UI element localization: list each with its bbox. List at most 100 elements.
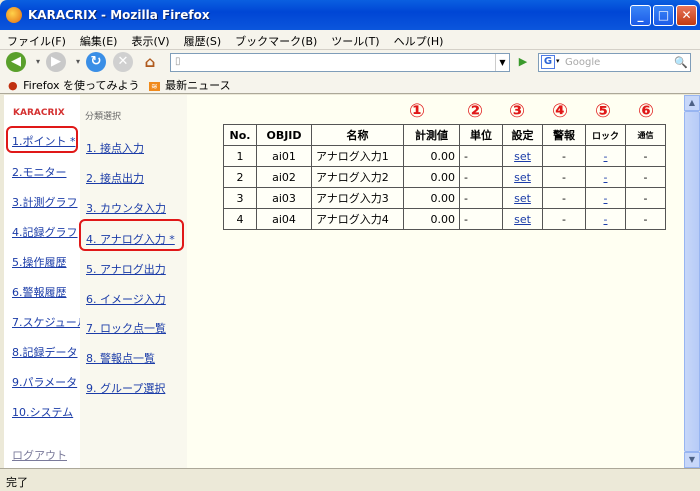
cell-no: 1 xyxy=(223,145,257,167)
col-value: 計測値 xyxy=(403,124,460,146)
bookmarks-toolbar: ● Firefox を使ってみよう ≋ 最新ニュース xyxy=(0,74,700,94)
cell-unit: - xyxy=(459,208,503,230)
lock-link[interactable]: - xyxy=(604,192,608,205)
annotation-1: ① xyxy=(409,100,426,122)
menu-history[interactable]: 履歴(S) xyxy=(177,30,229,49)
category-panel: 分類選択 1. 接点入力 2. 接点出力 3. カウンタ入力 4. アナログ入力… xyxy=(79,95,187,468)
maximize-button[interactable]: □ xyxy=(653,5,674,26)
menu-tools[interactable]: ツール(T) xyxy=(324,30,386,49)
category-item-alarm-list[interactable]: 8. 警報点一覧 xyxy=(86,350,155,366)
cell-comm: - xyxy=(625,166,666,188)
back-dropdown-icon[interactable]: ▾ xyxy=(28,52,48,72)
nav-item-system[interactable]: 10.システム xyxy=(12,404,73,420)
nav-item-operation-history[interactable]: 5.操作履歴 xyxy=(12,254,67,270)
nav-item-record-graph[interactable]: 4.記録グラフ xyxy=(12,224,78,240)
nav-item-alarm-history[interactable]: 6.警報履歴 xyxy=(12,284,67,300)
annotation-4: ④ xyxy=(552,100,569,122)
search-engine-icon[interactable]: G xyxy=(541,55,555,69)
category-item-analog-output[interactable]: 5. アナログ出力 xyxy=(86,261,166,277)
category-item-lock-list[interactable]: 7. ロック点一覧 xyxy=(86,320,166,336)
page-icon: ▯ xyxy=(175,56,181,67)
nav-item-schedule[interactable]: 7.スケジュール xyxy=(12,314,88,330)
cell-lock: - xyxy=(585,208,626,230)
annotation-3: ③ xyxy=(509,100,526,122)
lock-link[interactable]: - xyxy=(604,150,608,163)
search-icon[interactable]: 🔍 xyxy=(674,56,688,69)
nav-item-parameter[interactable]: 9.パラメータ xyxy=(12,374,77,390)
lock-link[interactable]: - xyxy=(604,171,608,184)
nav-item-monitor[interactable]: 2.モニター xyxy=(12,164,67,180)
search-engine-dropdown-icon[interactable]: ▾ xyxy=(556,57,560,65)
forward-button[interactable]: ▶ xyxy=(46,52,66,72)
cell-alarm: - xyxy=(542,145,586,167)
search-placeholder: Google xyxy=(565,57,601,68)
cell-value: 0.00 xyxy=(403,145,460,167)
go-button[interactable]: ▶ xyxy=(513,52,533,72)
vertical-scrollbar[interactable]: ▲ ▼ xyxy=(684,95,700,468)
cell-no: 4 xyxy=(223,208,257,230)
category-item-counter-input[interactable]: 3. カウンタ入力 xyxy=(86,200,166,216)
window-titlebar: KARACRIX - Mozilla Firefox _ □ ✕ xyxy=(0,0,700,30)
col-lock: ロック xyxy=(585,124,626,146)
forward-dropdown-icon[interactable]: ▾ xyxy=(68,52,88,72)
annotation-6: ⑥ xyxy=(638,100,655,122)
cell-alarm: - xyxy=(542,208,586,230)
cell-value: 0.00 xyxy=(403,208,460,230)
close-button[interactable]: ✕ xyxy=(676,5,697,26)
stop-icon[interactable]: ✕ xyxy=(113,52,133,72)
url-dropdown-icon[interactable]: ▼ xyxy=(495,54,509,71)
col-objid: OBJID xyxy=(256,124,312,146)
lock-link[interactable]: - xyxy=(604,213,608,226)
menu-view[interactable]: 表示(V) xyxy=(124,30,176,49)
scroll-down-button[interactable]: ▼ xyxy=(684,452,700,468)
logout-link[interactable]: ログアウト xyxy=(12,447,67,463)
status-bar: 完了 xyxy=(0,468,700,491)
nav-item-measure-graph[interactable]: 3.計測グラフ xyxy=(12,194,78,210)
main-panel: ① ② ③ ④ ⑤ ⑥ No. OBJID 名称 計測値 単位 設定 警報 ロッ… xyxy=(187,95,684,468)
bookmark-latest-news[interactable]: 最新ニュース xyxy=(165,77,230,93)
category-item-image-input[interactable]: 6. イメージ入力 xyxy=(86,291,166,307)
navigation-toolbar: ◀ ▾ ▶ ▾ ↻ ✕ ⌂ ▯ ▼ ▶ G ▾ Google 🔍 xyxy=(0,50,700,74)
menu-edit[interactable]: 編集(E) xyxy=(73,30,125,49)
cell-name: アナログ入力4 xyxy=(311,208,404,230)
bookmark-getting-started[interactable]: Firefox を使ってみよう xyxy=(23,77,139,93)
cell-lock: - xyxy=(585,145,626,167)
cell-comm: - xyxy=(625,145,666,167)
reload-icon[interactable]: ↻ xyxy=(86,52,106,72)
annotation-2: ② xyxy=(467,100,484,122)
menu-bookmarks[interactable]: ブックマーク(B) xyxy=(228,30,324,49)
search-box[interactable]: G ▾ Google 🔍 xyxy=(538,53,691,72)
home-icon[interactable]: ⌂ xyxy=(140,52,160,72)
cell-objid: ai01 xyxy=(256,145,312,167)
col-comm: 通信 xyxy=(625,124,666,146)
cell-value: 0.00 xyxy=(403,166,460,188)
category-item-group-select[interactable]: 9. グループ選択 xyxy=(86,380,165,396)
scroll-thumb[interactable] xyxy=(684,111,700,452)
table-row: 4 ai04 アナログ入力4 0.00 - set - - - xyxy=(223,208,666,230)
cell-no: 3 xyxy=(223,187,257,209)
set-link[interactable]: set xyxy=(514,192,531,205)
rss-icon: ≋ xyxy=(148,82,160,91)
set-link[interactable]: set xyxy=(514,171,531,184)
set-link[interactable]: set xyxy=(514,213,531,226)
menu-help[interactable]: ヘルプ(H) xyxy=(387,30,451,49)
annotation-5: ⑤ xyxy=(595,100,612,122)
col-alarm: 警報 xyxy=(542,124,586,146)
cell-name: アナログ入力3 xyxy=(311,187,404,209)
scroll-up-button[interactable]: ▲ xyxy=(684,95,700,111)
cell-no: 2 xyxy=(223,166,257,188)
status-text: 完了 xyxy=(6,476,28,489)
minimize-button[interactable]: _ xyxy=(630,5,651,26)
window-title: KARACRIX - Mozilla Firefox xyxy=(28,8,210,22)
address-bar[interactable]: ▯ ▼ xyxy=(170,53,510,72)
category-item-digital-output[interactable]: 2. 接点出力 xyxy=(86,170,144,186)
menu-file[interactable]: ファイル(F) xyxy=(0,30,73,49)
cell-name: アナログ入力1 xyxy=(311,145,404,167)
nav-item-record-data[interactable]: 8.記録データ xyxy=(12,344,78,360)
cell-unit: - xyxy=(459,187,503,209)
set-link[interactable]: set xyxy=(514,150,531,163)
cell-objid: ai02 xyxy=(256,166,312,188)
back-button[interactable]: ◀ xyxy=(6,52,26,72)
category-heading: 分類選択 xyxy=(85,112,122,122)
category-item-digital-input[interactable]: 1. 接点入力 xyxy=(86,140,144,156)
